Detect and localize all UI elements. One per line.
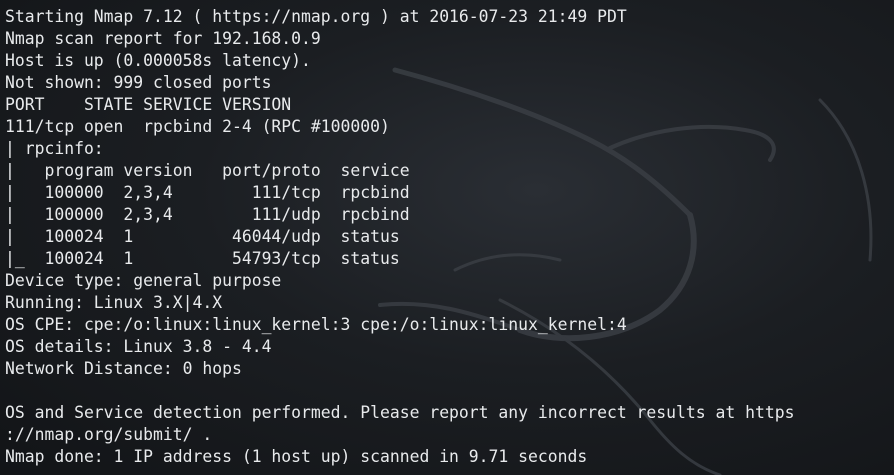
terminal-line: Network Distance: 0 hops (5, 359, 242, 378)
terminal-line: OS and Service detection performed. Plea… (5, 403, 795, 422)
terminal-line: ://nmap.org/submit/ . (5, 425, 213, 444)
terminal-line: Not shown: 999 closed ports (5, 73, 272, 92)
terminal-line: Host is up (0.000058s latency). (5, 51, 311, 70)
terminal-line: Running: Linux 3.X|4.X (5, 293, 223, 312)
terminal-line: Nmap scan report for 192.168.0.9 (5, 29, 321, 48)
terminal-line: Starting Nmap 7.12 ( https://nmap.org ) … (5, 7, 627, 26)
terminal-line: |_ 100024 1 54793/tcp status (5, 249, 400, 268)
terminal-line: Device type: general purpose (5, 271, 282, 290)
terminal-line: | program version port/proto service (5, 161, 410, 180)
terminal-line: | 100000 2,3,4 111/tcp rpcbind (5, 183, 410, 202)
terminal-line: 111/tcp open rpcbind 2-4 (RPC #100000) (5, 117, 390, 136)
terminal-line: | 100024 1 46044/udp status (5, 227, 400, 246)
terminal-window[interactable]: Starting Nmap 7.12 ( https://nmap.org ) … (0, 0, 894, 475)
terminal-line: OS CPE: cpe:/o:linux:linux_kernel:3 cpe:… (5, 315, 627, 334)
terminal-line: PORT STATE SERVICE VERSION (5, 95, 292, 114)
terminal-output[interactable]: Starting Nmap 7.12 ( https://nmap.org ) … (5, 6, 794, 468)
terminal-line: | 100000 2,3,4 111/udp rpcbind (5, 205, 410, 224)
terminal-line: Nmap done: 1 IP address (1 host up) scan… (5, 447, 588, 466)
terminal-line: | rpcinfo: (5, 139, 104, 158)
terminal-line: OS details: Linux 3.8 - 4.4 (5, 337, 272, 356)
